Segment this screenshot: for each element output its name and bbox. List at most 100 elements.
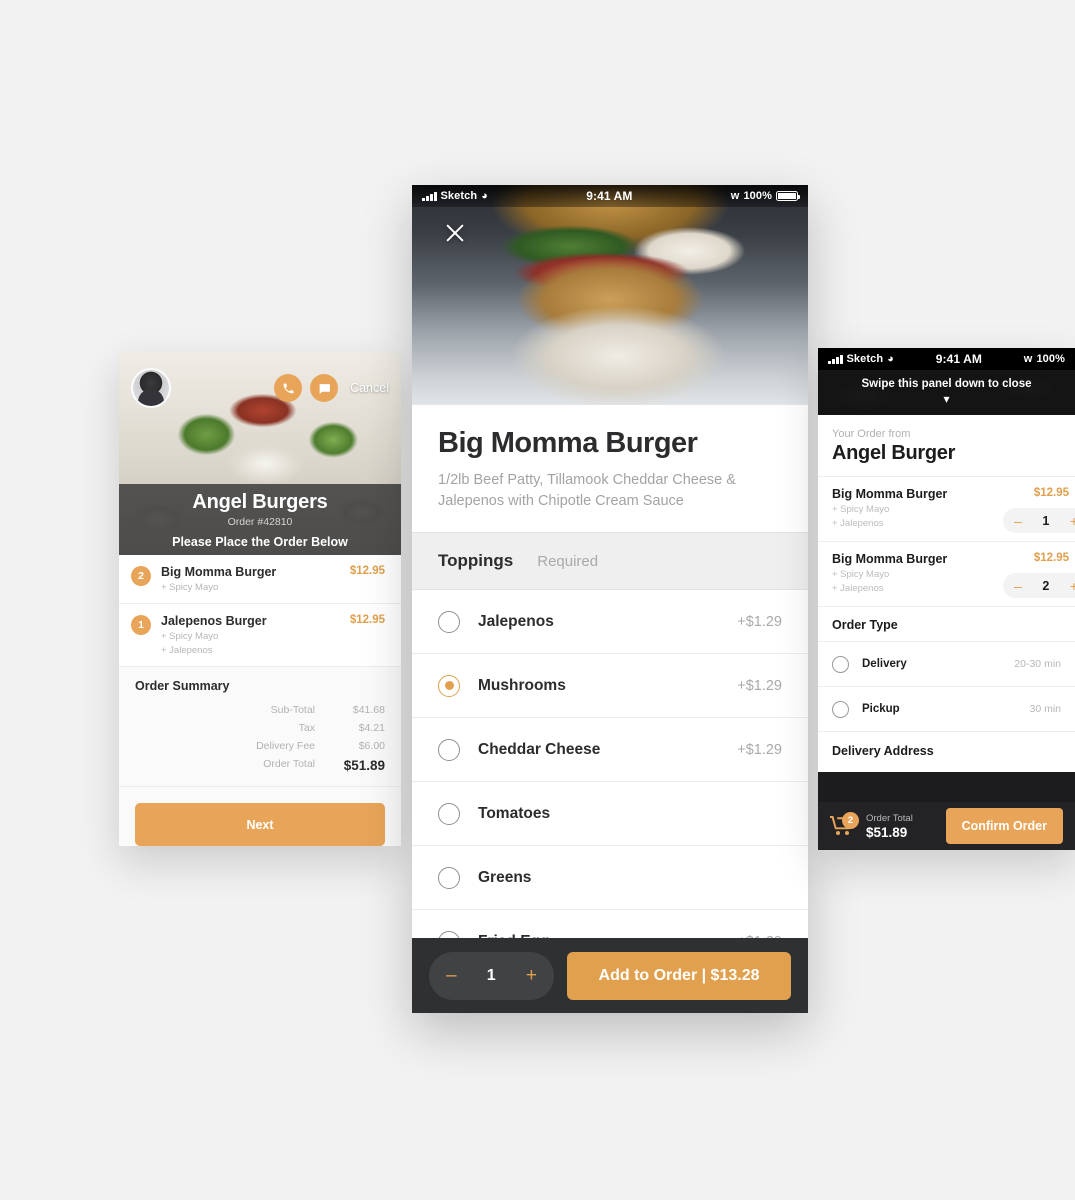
right-phone-order-panel: Sketch ◕ 9:41 AM w 100% Swipe this panel… [818, 348, 1075, 850]
left-header-toolbar: Cancel [119, 368, 401, 408]
status-bar: Sketch ◕ 9:41 AM w 100% [818, 348, 1075, 370]
order-type-label: Pickup [862, 703, 900, 715]
order-type-option-delivery[interactable]: Delivery 20-30 min [818, 641, 1075, 686]
topping-option-greens[interactable]: Greens [412, 846, 808, 911]
topping-option-jalepenos[interactable]: Jalepenos +$1.29 [412, 590, 808, 655]
restaurant-photo-header: Cancel [119, 352, 401, 485]
quantity-value: 1 [1042, 513, 1050, 528]
summary-value: $4.21 [358, 722, 385, 734]
increase-quantity-button[interactable]: + [1070, 579, 1075, 593]
chevron-down-icon[interactable]: ▾ [818, 393, 1075, 405]
radio-icon[interactable] [832, 655, 849, 673]
page-title: Big Momma Burger [438, 427, 698, 459]
list-item[interactable]: Big Momma Burger $12.95 + Spicy Mayo + J… [818, 541, 1075, 606]
order-sheet: Your Order from Angel Burger Big Momma B… [818, 415, 1075, 772]
delivery-address-title: Delivery Address [818, 731, 1075, 772]
close-icon[interactable] [442, 220, 468, 246]
order-type-option-pickup[interactable]: Pickup 30 min [818, 686, 1075, 731]
add-to-order-button[interactable]: Add to Order | $13.28 [567, 951, 791, 1000]
order-from-label: Your Order from [832, 428, 911, 440]
phone-icon[interactable] [274, 374, 303, 402]
radio-icon[interactable] [438, 610, 460, 633]
order-total-value: $51.89 [866, 824, 908, 840]
summary-label: Sub-Total [270, 704, 315, 716]
status-bar: Sketch ◕ 9:41 AM w 100% [412, 185, 808, 207]
add-to-order-bar: – 1 + Add to Order | $13.28 [412, 938, 808, 1013]
carrier-label: Sketch [846, 353, 884, 365]
item-name: Jalepenos Burger [161, 614, 267, 628]
wifi-icon: ◕ [887, 352, 894, 365]
cart-icon[interactable]: 2 [830, 812, 859, 837]
summary-row-order-total: Order Total $51.89 [135, 755, 385, 776]
order-instruction: Please Place the Order Below [172, 534, 348, 549]
item-name: Big Momma Burger [832, 552, 948, 566]
item-price: $12.95 [1033, 487, 1069, 499]
message-icon[interactable] [310, 374, 339, 402]
item-option: + Spicy Mayo [161, 631, 219, 642]
order-summary-title: Order Summary [135, 679, 230, 693]
radio-icon-selected[interactable] [438, 674, 460, 697]
item-price: $12.95 [349, 614, 385, 626]
order-number: Order #42810 [227, 515, 293, 528]
quantity-stepper[interactable]: – 1 + [1003, 508, 1075, 533]
radio-icon[interactable] [832, 700, 849, 718]
increase-quantity-button[interactable]: + [526, 966, 537, 985]
battery-percent: 100% [1036, 353, 1065, 365]
item-name: Big Momma Burger [161, 565, 277, 579]
order-type-label: Delivery [862, 658, 907, 670]
summary-label: Order Total [263, 758, 315, 770]
summary-value: $41.68 [352, 704, 385, 716]
topping-label: Greens [478, 868, 532, 886]
topping-price: +$1.29 [737, 677, 782, 694]
decrease-quantity-button[interactable]: – [1014, 579, 1022, 593]
topping-price: +$1.29 [737, 613, 782, 630]
store-banner: Angel Burgers Order #42810 Please Place … [119, 484, 401, 555]
item-option: + Spicy Mayo [161, 582, 219, 593]
list-item[interactable]: Big Momma Burger $12.95 + Spicy Mayo + J… [818, 476, 1075, 541]
store-name: Angel Burgers [192, 490, 328, 513]
radio-icon[interactable] [438, 802, 460, 825]
swipe-to-close-handle[interactable]: Swipe this panel down to close ▾ [818, 370, 1075, 415]
item-price: $12.95 [1033, 552, 1069, 564]
item-name: Big Momma Burger [832, 487, 948, 501]
next-button[interactable]: Next [135, 803, 385, 846]
radio-icon[interactable] [438, 738, 460, 761]
clock: 9:41 AM [586, 189, 633, 203]
order-type-eta: 20-30 min [1014, 658, 1061, 670]
topping-option-tomatoes[interactable]: Tomatoes [412, 782, 808, 847]
order-sheet-header: Your Order from Angel Burger [818, 415, 1075, 476]
confirm-order-button[interactable]: Confirm Order [945, 808, 1063, 844]
topping-option-mushrooms[interactable]: Mushrooms +$1.29 [412, 654, 808, 719]
screenshot-canvas: Cancel Angel Burgers Order #42810 Please… [0, 0, 1075, 1200]
battery-icon [775, 191, 801, 201]
store-name: Angel Burger [832, 442, 956, 464]
order-total-label: Order Total [866, 812, 913, 824]
swipe-hint-label: Swipe this panel down to close [861, 378, 1032, 390]
decrease-quantity-button[interactable]: – [1014, 514, 1022, 528]
item-qty-badge: 1 [131, 615, 151, 635]
quantity-value: 2 [1042, 578, 1050, 593]
item-price: $12.95 [349, 565, 385, 577]
list-item[interactable]: 1 Jalepenos Burger + Spicy Mayo + Jalepe… [119, 604, 401, 667]
dish-info: Big Momma Burger 1/2lb Beef Patty, Tilla… [412, 405, 808, 533]
order-type-eta: 30 min [1029, 703, 1061, 715]
list-item[interactable]: 2 Big Momma Burger + Spicy Mayo $12.95 [119, 555, 401, 604]
summary-value: $6.00 [358, 740, 385, 752]
order-total-block: Order Total $51.89 [866, 813, 913, 840]
decrease-quantity-button[interactable]: – [446, 966, 457, 985]
quantity-stepper[interactable]: – 1 + [429, 951, 554, 1000]
summary-row-delivery-fee: Delivery Fee $6.00 [135, 737, 385, 755]
topping-option-cheddar-cheese[interactable]: Cheddar Cheese +$1.29 [412, 718, 808, 783]
quantity-value: 1 [486, 966, 496, 984]
item-qty-badge: 2 [131, 566, 151, 586]
topping-label: Jalepenos [478, 612, 554, 630]
quantity-stepper[interactable]: – 2 + [1003, 573, 1075, 598]
increase-quantity-button[interactable]: + [1070, 514, 1075, 528]
left-phone-order-review: Cancel Angel Burgers Order #42810 Please… [119, 352, 401, 846]
topping-price: +$1.29 [737, 741, 782, 758]
dish-description: 1/2lb Beef Patty, Tillamook Cheddar Chee… [438, 472, 736, 510]
cancel-button[interactable]: Cancel [350, 381, 389, 395]
avatar[interactable] [131, 368, 171, 408]
section-title: Toppings [438, 551, 514, 571]
radio-icon[interactable] [438, 866, 460, 889]
